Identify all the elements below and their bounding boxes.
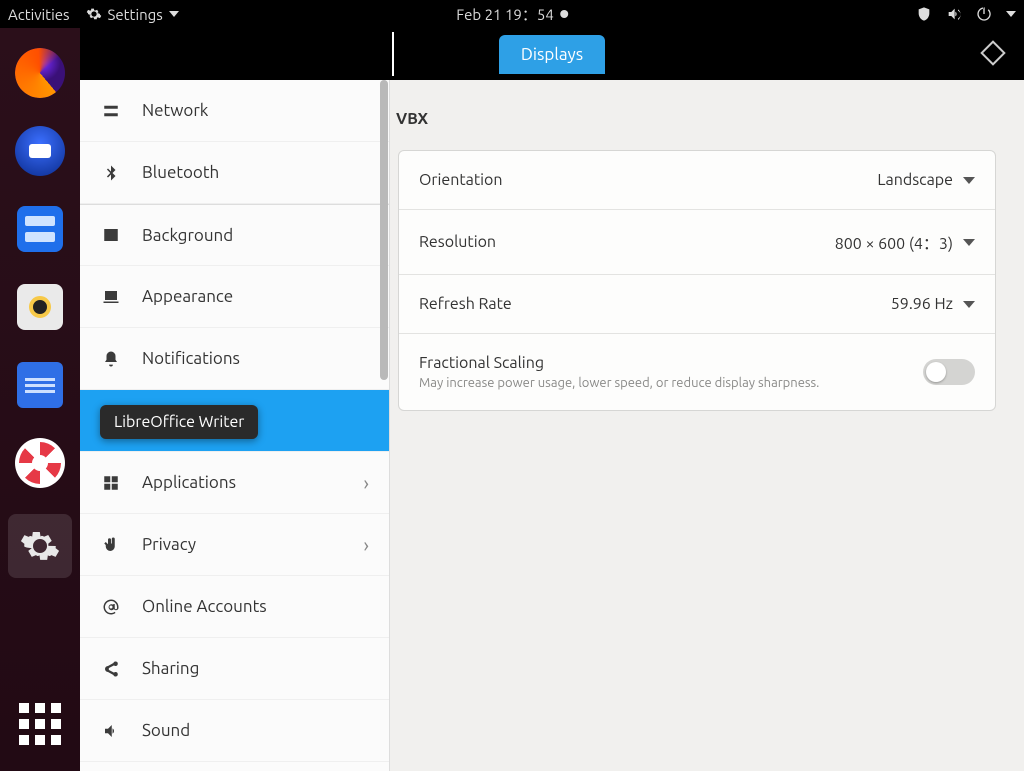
- row-value: Landscape: [877, 171, 975, 189]
- sidebar-item-label: Network: [142, 101, 208, 120]
- row-orientation[interactable]: Orientation Landscape: [399, 151, 995, 210]
- bluetooth-icon: [100, 164, 122, 182]
- sidebar-item-background[interactable]: Background: [80, 204, 389, 266]
- row-value: 800 × 600 (4：3): [835, 230, 975, 254]
- apps-grid-icon: [19, 703, 61, 745]
- sidebar-item-label: Sharing: [142, 659, 199, 678]
- at-icon: [100, 598, 122, 616]
- caret-down-icon: [963, 301, 975, 308]
- sidebar-item-label: Privacy: [142, 535, 196, 554]
- lifebuoy-icon: [15, 438, 65, 488]
- sound-icon: [100, 722, 122, 740]
- caret-down-icon: [1006, 9, 1016, 19]
- gear-icon: [15, 521, 65, 571]
- clock-text: Feb 21 19：54: [456, 4, 554, 25]
- row-label: Fractional Scaling: [419, 354, 819, 372]
- caret-down-icon: [169, 9, 179, 19]
- display-name: VBX: [396, 110, 1004, 128]
- row-label: Resolution: [419, 233, 496, 251]
- background-icon: [100, 226, 122, 244]
- chevron-right-icon: ›: [363, 471, 369, 494]
- window-titlebar[interactable]: Displays: [80, 28, 1024, 80]
- sidebar-item-label: Applications: [142, 473, 236, 492]
- files-icon: [17, 206, 63, 252]
- row-refresh-rate[interactable]: Refresh Rate 59.96 Hz: [399, 275, 995, 334]
- activities-button[interactable]: Activities: [8, 6, 70, 23]
- dock-show-applications[interactable]: [13, 697, 67, 751]
- row-fractional-scaling: Fractional Scaling May increase power us…: [399, 334, 995, 410]
- thunderbird-icon: [15, 126, 65, 176]
- top-panel: Activities Settings Feb 21 19：54: [0, 0, 1024, 28]
- volume-icon: [946, 6, 962, 22]
- sidebar-item-label: Background: [142, 226, 233, 245]
- power-icon: [976, 6, 992, 22]
- row-resolution[interactable]: Resolution 800 × 600 (4：3): [399, 210, 995, 275]
- caret-down-icon: [963, 177, 975, 184]
- apps-icon: [100, 474, 122, 492]
- sidebar-item-sound[interactable]: Sound: [80, 700, 389, 762]
- dock-app-files[interactable]: [13, 202, 67, 256]
- sidebar-scrollbar[interactable]: [380, 80, 388, 380]
- sidebar-item-network[interactable]: Network: [80, 80, 389, 142]
- title-tab-displays[interactable]: Displays: [499, 35, 605, 74]
- app-menu-label: Settings: [108, 6, 163, 23]
- row-value: 59.96 Hz: [891, 295, 975, 313]
- orientation-lock-icon[interactable]: [980, 40, 1005, 65]
- system-status-area[interactable]: [916, 6, 1016, 22]
- settings-window: Displays Network Bluetooth Background Ap…: [80, 28, 1024, 771]
- sidebar-item-online-accounts[interactable]: Online Accounts: [80, 576, 389, 638]
- dock-app-writer[interactable]: [13, 358, 67, 412]
- hand-icon: [100, 536, 122, 554]
- dock-app-rhythmbox[interactable]: [13, 280, 67, 334]
- dock-app-firefox[interactable]: [13, 46, 67, 100]
- sidebar-item-bluetooth[interactable]: Bluetooth: [80, 142, 389, 204]
- fractional-scaling-switch[interactable]: [923, 359, 975, 385]
- refresh-value: 59.96 Hz: [891, 295, 953, 313]
- caret-down-icon: [963, 239, 975, 246]
- dock-app-thunderbird[interactable]: [13, 124, 67, 178]
- row-label: Refresh Rate: [419, 295, 512, 313]
- chevron-right-icon: ›: [363, 533, 369, 556]
- dock: [0, 28, 80, 771]
- notification-dot-icon: [560, 10, 568, 18]
- bell-icon: [100, 350, 122, 368]
- sidebar-item-label: Sound: [142, 721, 190, 740]
- appearance-icon: [100, 288, 122, 306]
- titlebar-divider: [392, 32, 394, 76]
- sidebar-item-label: Online Accounts: [142, 597, 267, 616]
- network-icon: [100, 102, 122, 120]
- orientation-value: Landscape: [877, 171, 953, 189]
- row-sublabel: May increase power usage, lower speed, o…: [419, 376, 819, 390]
- firefox-icon: [15, 48, 65, 98]
- app-menu-button[interactable]: Settings: [86, 6, 179, 23]
- writer-icon: [17, 362, 63, 408]
- dock-app-help[interactable]: [13, 436, 67, 490]
- clock[interactable]: Feb 21 19：54: [456, 4, 568, 25]
- sidebar-item-notifications[interactable]: Notifications: [80, 328, 389, 390]
- sidebar-item-privacy[interactable]: Privacy ›: [80, 514, 389, 576]
- shield-icon: [916, 6, 932, 22]
- gear-icon: [86, 6, 102, 22]
- sidebar-item-sharing[interactable]: Sharing: [80, 638, 389, 700]
- speaker-icon: [17, 284, 63, 330]
- sidebar-item-applications[interactable]: Applications ›: [80, 452, 389, 514]
- share-icon: [100, 660, 122, 678]
- sidebar-item-appearance[interactable]: Appearance: [80, 266, 389, 328]
- sidebar-item-label: Notifications: [142, 349, 240, 368]
- dock-tooltip: LibreOffice Writer: [100, 405, 258, 439]
- display-settings-box: Orientation Landscape Resolution 800 × 6…: [398, 150, 996, 411]
- resolution-value: 800 × 600 (4：3): [835, 230, 953, 254]
- sidebar-item-label: Appearance: [142, 287, 233, 306]
- dock-app-settings[interactable]: [8, 514, 72, 578]
- row-label: Orientation: [419, 171, 503, 189]
- settings-main: VBX Orientation Landscape Resolution 800…: [390, 80, 1024, 771]
- sidebar-item-label: Bluetooth: [142, 163, 219, 182]
